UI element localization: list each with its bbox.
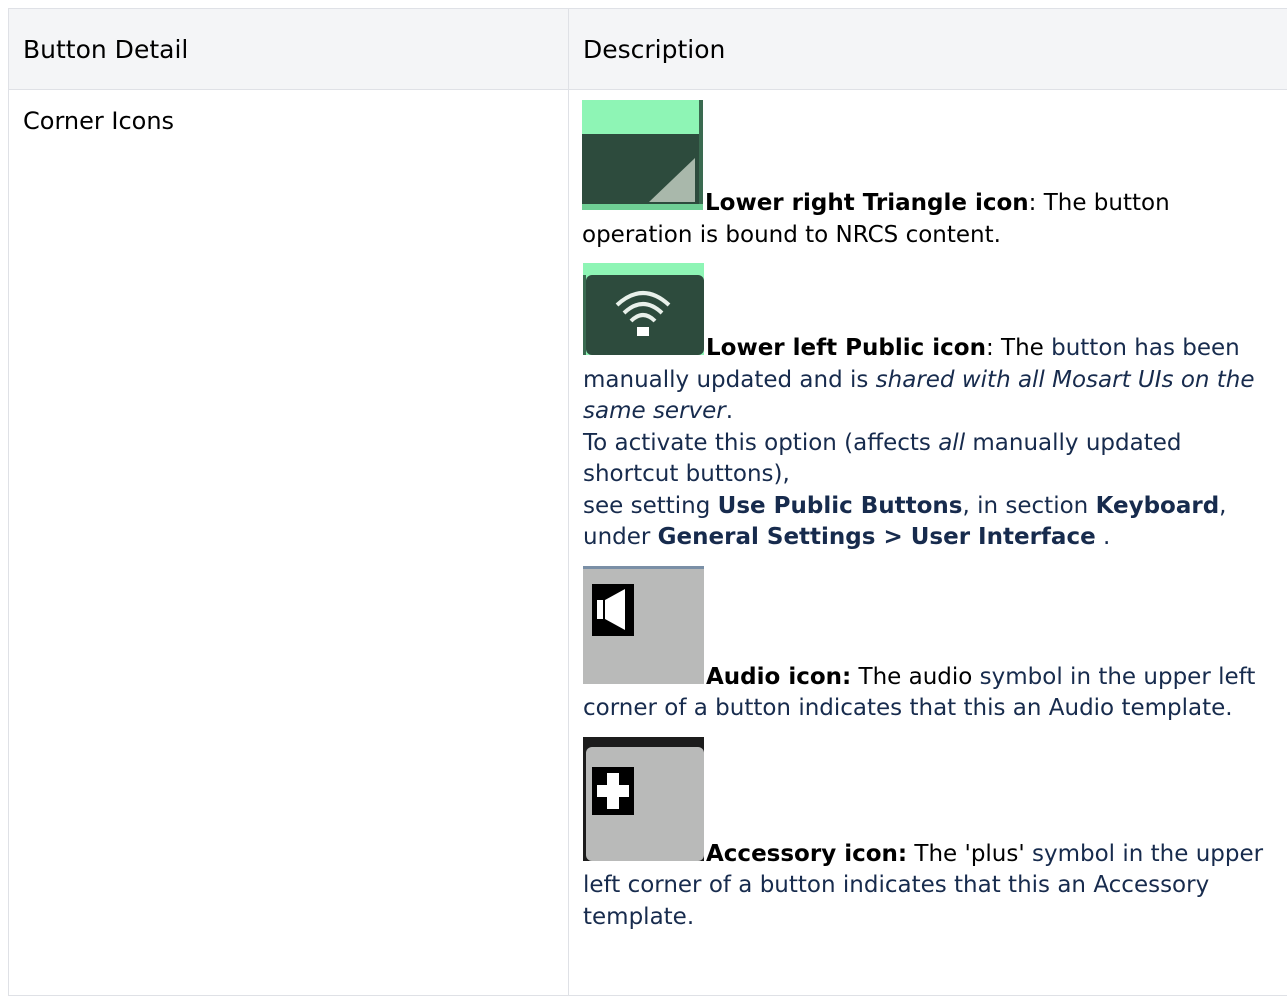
- detail-cell: Corner Icons: [9, 90, 569, 996]
- accessory-plus-icon: [583, 737, 704, 871]
- keyboard-section: Keyboard: [1096, 493, 1220, 519]
- public-text-b: .: [726, 398, 733, 424]
- public-line3-b: , in section: [963, 493, 1096, 519]
- public-colon: : The: [986, 335, 1044, 361]
- triangle-colon: : The button: [1029, 190, 1170, 216]
- table-header-row: Button Detail Description: [9, 9, 1287, 90]
- public-line4-a: under: [583, 524, 658, 550]
- triangle-title: Lower right Triangle icon: [705, 190, 1029, 216]
- table-row: Corner Icons Lower right Triangle icon: …: [9, 90, 1287, 996]
- detail-title: Corner Icons: [23, 107, 554, 135]
- entry-audio: Audio icon: The audio symbol in the uppe…: [583, 566, 1283, 725]
- public-line4-b: .: [1096, 524, 1111, 550]
- accessory-text-black: The 'plus': [907, 841, 1025, 867]
- button-detail-table: Button Detail Description Corner Icons: [8, 8, 1287, 996]
- accessory-title: Accessory icon:: [706, 841, 907, 867]
- public-title: Lower left Public icon: [706, 335, 986, 361]
- public-line4: under General Settings > User Interface …: [583, 522, 1283, 554]
- audio-title: Audio icon:: [706, 664, 851, 690]
- triangle-text: operation is bound to NRCS content.: [582, 220, 1283, 252]
- settings-path: General Settings > User Interface: [658, 524, 1096, 550]
- public-line3: see setting Use Public Buttons, in secti…: [583, 491, 1283, 523]
- entry-public: Lower left Public icon: The button has b…: [583, 263, 1283, 554]
- entry-triangle: Lower right Triangle icon: The button op…: [582, 100, 1283, 251]
- entry-accessory: Accessory icon: The 'plus' symbol in the…: [583, 737, 1283, 934]
- audio-speaker-icon: [583, 566, 704, 694]
- public-wifi-icon: [583, 263, 704, 365]
- description-cell: Lower right Triangle icon: The button op…: [569, 90, 1287, 996]
- public-line2: To activate this option (affects all man…: [583, 428, 1283, 491]
- header-button-detail: Button Detail: [9, 9, 569, 90]
- use-public-buttons-setting: Use Public Buttons: [718, 493, 963, 519]
- public-line2-a: To activate this option (affects: [583, 430, 938, 456]
- audio-text-black: The audio: [851, 664, 972, 690]
- public-line3-c: ,: [1219, 493, 1226, 519]
- public-line2-em: all: [938, 430, 965, 456]
- nrcs-triangle-icon: [582, 100, 703, 220]
- header-description: Description: [569, 9, 1287, 90]
- public-line3-a: see setting: [583, 493, 718, 519]
